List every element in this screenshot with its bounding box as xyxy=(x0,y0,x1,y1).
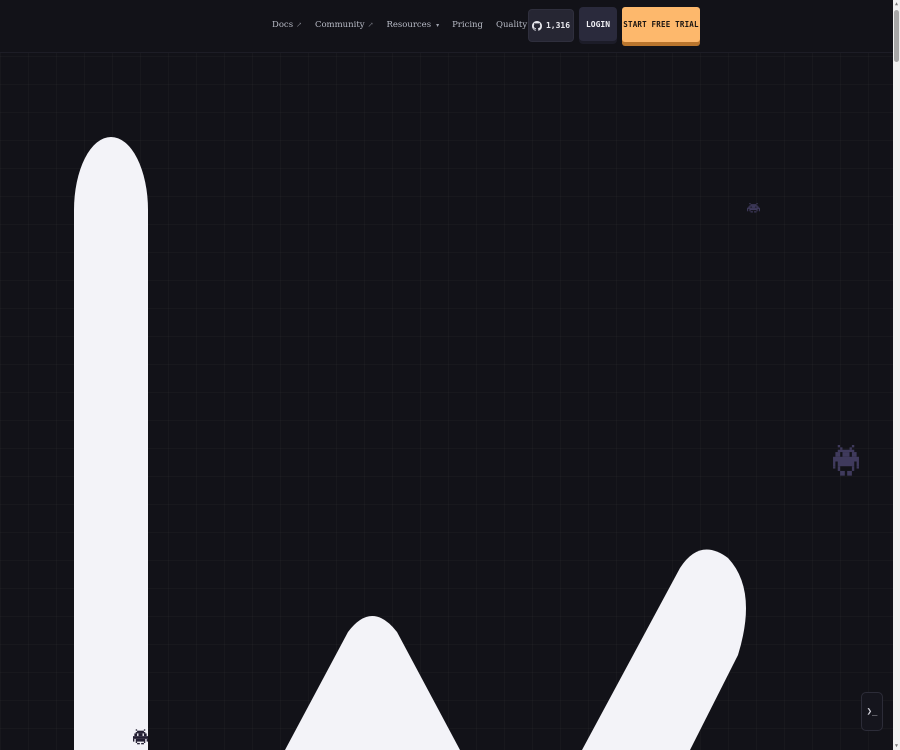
top-navigation-bar: Docs ↗ Community ↗ Resources ▾ Pricing Q… xyxy=(0,0,893,53)
nav-item-label: Resources xyxy=(386,20,432,30)
terminal-icon: ❯_ xyxy=(866,706,878,717)
hero-shape-bar xyxy=(74,137,148,750)
nav-item-community[interactable]: Community ↗ xyxy=(315,20,374,30)
start-free-trial-button[interactable]: START FREE TRIAL xyxy=(622,7,700,42)
page: Docs ↗ Community ↗ Resources ▾ Pricing Q… xyxy=(0,0,900,750)
external-link-icon: ↗ xyxy=(367,21,374,29)
nav-item-label: Docs xyxy=(272,20,294,30)
scrollbar-thumb[interactable] xyxy=(894,10,899,62)
external-link-icon: ↗ xyxy=(296,21,302,29)
hero-artwork xyxy=(74,137,746,750)
nav-item-resources[interactable]: Resources ▾ xyxy=(386,20,439,30)
github-star-count: 1,316 xyxy=(545,21,571,30)
chevron-down-icon: ▾ xyxy=(436,21,440,29)
login-button[interactable]: LOGIN xyxy=(579,7,617,41)
github-stars-button[interactable]: 1,316 xyxy=(528,9,574,42)
terminal-button[interactable]: ❯_ xyxy=(861,692,883,731)
vertical-scrollbar[interactable]: ▲ ▼ xyxy=(893,0,900,750)
space-invader-icon xyxy=(133,729,148,745)
nav-item-label: Community xyxy=(314,20,365,30)
scroll-down-arrow-icon[interactable]: ▼ xyxy=(893,742,900,750)
nav-item-label: Pricing xyxy=(452,20,483,30)
nav-item-docs[interactable]: Docs ↗ xyxy=(272,20,302,30)
github-icon xyxy=(531,20,542,31)
nav-item-pricing[interactable]: Pricing xyxy=(452,20,483,30)
hero-shape-diagonal xyxy=(582,549,746,750)
scroll-up-arrow-icon[interactable]: ▲ xyxy=(893,0,900,8)
space-invader-icon xyxy=(833,445,859,476)
hero-shape-triangle xyxy=(285,616,460,750)
main-nav: Docs ↗ Community ↗ Resources ▾ Pricing Q… xyxy=(272,20,557,30)
space-invader-icon xyxy=(747,203,760,213)
